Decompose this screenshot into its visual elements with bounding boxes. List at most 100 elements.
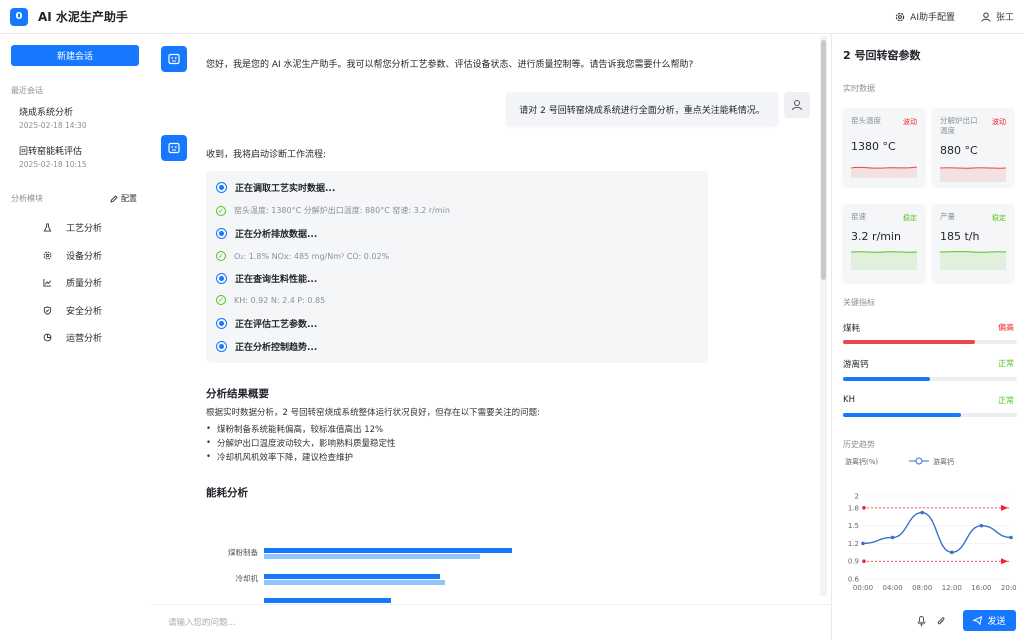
panel-title: 2 号回转窑参数 [843, 49, 921, 62]
input-bar [150, 604, 945, 640]
ai-config-label: AI助手配置 [910, 13, 955, 23]
kpi-progress-fill [843, 340, 976, 344]
series-line [862, 511, 1012, 554]
kpi-status: 正常 [998, 396, 1014, 405]
progress-dot-icon [216, 273, 227, 284]
summary-title: 分析结果概要 [206, 388, 269, 400]
kiln-parameters-panel: 2 号回转窑参数 实时数据 窑头温度 波动 1380 °C 分解炉出口温度 波动… [831, 34, 1024, 640]
edit-icon [110, 194, 118, 203]
kpi-label: 关键指标 [843, 298, 875, 307]
metric-value: 185 t/h [940, 230, 980, 243]
check-icon: ✓ [216, 251, 226, 261]
x-tick-label: 04:00 [883, 584, 903, 592]
user-icon [981, 12, 991, 22]
app-logo: 0 [10, 7, 28, 26]
chat-scrollbar-thumb[interactable] [821, 40, 826, 280]
x-tick-label: 20:00 [1001, 584, 1017, 592]
flask-icon [43, 223, 52, 232]
y-tick-label: 1.5 [848, 522, 859, 530]
check-icon: ✓ [216, 205, 226, 216]
module-safety[interactable]: 安全分析 [11, 297, 139, 325]
energy-bar-label: 煤粉制备 [228, 548, 258, 557]
summary-list: 煤粉制备系统能耗偏高，较标准值高出 12% 分解炉出口温度波动较大，影响熟料质量… [206, 422, 396, 464]
recent-session-time: 2025-02-18 14:30 [19, 121, 87, 130]
module-equipment[interactable]: 设备分析 [11, 242, 139, 270]
list-item: 分解炉出口温度波动较大，影响熟料质量稳定性 [206, 436, 396, 450]
status-badge: 波动 [903, 118, 917, 126]
series-point [979, 523, 984, 528]
modules-config-button[interactable]: 配置 [110, 193, 137, 204]
bot-avatar [161, 135, 187, 161]
workflow-result: ✓ 窑头温度: 1380°C 分解炉出口温度: 880°C 窑速: 3.2 r/m… [216, 205, 450, 216]
recent-session-title: 烧成系统分析 [19, 108, 74, 118]
energy-bar-current [264, 574, 440, 579]
gear-icon [895, 12, 905, 21]
sidebar: 新建会话 最近会话 烧成系统分析 2025-02-18 14:30 回转窑能耗评… [0, 34, 150, 640]
energy-bar-standard [264, 554, 480, 559]
x-tick-label: 08:00 [912, 584, 932, 592]
y-tick-label: 0.6 [848, 576, 860, 584]
question-input[interactable] [168, 617, 728, 628]
kpi-progress-bar [843, 377, 1017, 381]
new-chat-button[interactable]: 新建会话 [11, 45, 139, 66]
user-message: 请对 2 号回转窑烧成系统进行全面分析，重点关注能耗情况。 [506, 92, 778, 126]
energy-title: 能耗分析 [206, 487, 248, 499]
reference-line-arrow [1001, 558, 1008, 565]
x-tick-label: 12:00 [942, 584, 962, 592]
metric-value: 1380 °C [851, 140, 896, 153]
energy-bar-label: 冷却机 [235, 574, 259, 583]
ai-config-button[interactable]: AI助手配置 [895, 10, 955, 23]
reference-line-start [862, 559, 866, 564]
bot-reply-intro: 收到，我将启动诊断工作流程: [206, 150, 327, 160]
recent-label: 最近会话 [11, 86, 43, 95]
chat-area: 您好，我是您的 AI 水泥生产助手。我可以帮您分析工艺参数、评估设备状态、进行质… [150, 34, 818, 604]
kpi-name: 煤耗 [843, 324, 861, 334]
bot-avatar [161, 46, 187, 72]
module-process[interactable]: 工艺分析 [11, 214, 139, 242]
energy-bar-current [264, 548, 512, 553]
gear-icon [43, 251, 52, 260]
y-tick-label: 2 [855, 493, 859, 501]
list-item: 煤粉制备系统能耗偏高，较标准值高出 12% [206, 422, 396, 436]
line-chart-icon [43, 279, 52, 287]
status-badge: 稳定 [992, 214, 1006, 222]
app-title: AI 水泥生产助手 [38, 10, 128, 24]
module-quality[interactable]: 质量分析 [11, 269, 139, 297]
metric-sparkline [851, 251, 917, 270]
metric-sparkline [940, 167, 1006, 182]
kpi-progress-fill [843, 413, 962, 417]
progress-dot-icon [216, 182, 227, 193]
metric-card: 产量 稳定 185 t/h [932, 204, 1014, 282]
user-icon [792, 100, 802, 111]
recent-session[interactable]: 回转窑能耗评估 2025-02-18 10:15 [11, 144, 139, 169]
shield-icon [43, 306, 52, 315]
kpi-progress-bar [843, 413, 1017, 417]
series-point [1009, 535, 1013, 540]
recent-session[interactable]: 烧成系统分析 2025-02-18 14:30 [11, 105, 139, 130]
trend-chart: 游离钙(%) 游离钙 0.6 0.9 1.2 1.5 1.8 2 00:00 04:00 08:00… [843, 452, 1021, 602]
kpi-name: KH [843, 395, 855, 405]
y-tick-label: 1.2 [848, 540, 859, 548]
progress-dot-icon [216, 341, 227, 352]
module-operations[interactable]: 运营分析 [11, 324, 139, 352]
x-tick-label: 16:00 [971, 584, 991, 592]
legend-marker [915, 457, 923, 465]
summary-intro: 根据实时数据分析，2 号回转窑烧成系统整体运行状况良好，但存在以下需要关注的问题… [206, 408, 540, 418]
user-menu[interactable]: 张工 [981, 10, 1014, 23]
energy-bar-current [264, 598, 391, 603]
workflow-step: 正在评估工艺参数... [216, 317, 317, 330]
recent-session-title: 回转窑能耗评估 [19, 147, 83, 157]
reference-line-start [862, 506, 866, 510]
modules-label: 分析模块 [11, 194, 43, 203]
metric-sparkline [940, 251, 1006, 270]
modules-config-label: 配置 [121, 194, 137, 203]
workflow-panel: 正在调取工艺实时数据... ✓ 窑头温度: 1380°C 分解炉出口温度: 880… [206, 171, 708, 363]
list-item: 冷却机风机效率下降，建议检查维护 [206, 450, 396, 464]
module-label: 安全分析 [66, 306, 103, 317]
progress-dot-icon [216, 228, 227, 239]
check-icon: ✓ [216, 295, 226, 305]
pie-chart-icon [43, 333, 52, 342]
series-point [861, 541, 865, 546]
kpi-progress-bar [843, 340, 1017, 344]
bot-greeting: 您好，我是您的 AI 水泥生产助手。我可以帮您分析工艺参数、评估设备状态、进行质… [206, 60, 694, 70]
